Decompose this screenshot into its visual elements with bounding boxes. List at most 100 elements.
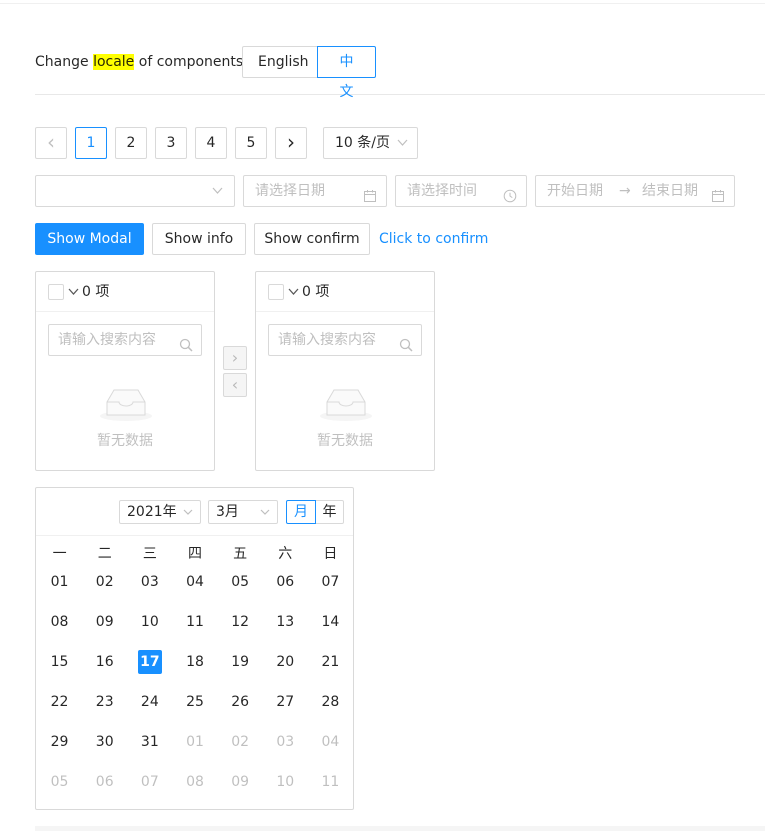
calendar-day[interactable]: 15 bbox=[37, 650, 82, 690]
calendar-day-label: 02 bbox=[95, 574, 114, 590]
select-all-checkbox[interactable] bbox=[48, 284, 64, 300]
calendar-week-row: 15 16 17 18 19 20 21 bbox=[37, 650, 353, 690]
calendar-icon bbox=[711, 184, 725, 202]
calendar-day[interactable]: 07 bbox=[127, 770, 172, 810]
click-to-confirm-link[interactable]: Click to confirm bbox=[379, 223, 488, 255]
calendar-day[interactable]: 21 bbox=[308, 650, 353, 690]
calendar-day[interactable]: 02 bbox=[218, 730, 263, 770]
calendar-day[interactable]: 18 bbox=[172, 650, 217, 690]
time-picker[interactable]: 请选择时间 bbox=[395, 175, 527, 207]
calendar-day[interactable]: 09 bbox=[82, 610, 127, 650]
calendar-day[interactable]: 04 bbox=[172, 570, 217, 610]
show-confirm-button[interactable]: Show confirm bbox=[254, 223, 370, 255]
calendar-day[interactable]: 23 bbox=[82, 690, 127, 730]
calendar-day-label: 06 bbox=[95, 774, 114, 790]
calendar-day-label: 08 bbox=[186, 774, 204, 790]
pagination-page-1[interactable]: 1 bbox=[75, 127, 107, 159]
calendar-day[interactable]: 09 bbox=[218, 770, 263, 810]
calendar-day[interactable]: 04 bbox=[308, 730, 353, 770]
calendar-day[interactable]: 03 bbox=[127, 570, 172, 610]
calendar-header: 2021年 3月 月 年 bbox=[36, 488, 353, 536]
calendar-year-select[interactable]: 2021年 bbox=[119, 500, 201, 524]
chevron-down-icon[interactable] bbox=[288, 282, 299, 309]
pagination-next-button[interactable]: › bbox=[275, 127, 307, 159]
calendar-day[interactable]: 10 bbox=[127, 610, 172, 650]
calendar-weekday: 六 bbox=[278, 546, 293, 562]
calendar-day[interactable]: 31 bbox=[127, 730, 172, 770]
calendar-day[interactable]: 05 bbox=[37, 770, 82, 810]
calendar-day[interactable]: 16 bbox=[82, 650, 127, 690]
calendar-day-label: 09 bbox=[95, 614, 114, 630]
calendar-day-label: 05 bbox=[50, 774, 69, 790]
date-picker[interactable]: 请选择日期 bbox=[243, 175, 387, 207]
calendar-day[interactable]: 26 bbox=[218, 690, 263, 730]
locale-label-suffix: of components: bbox=[134, 54, 248, 70]
pagination-prev-button[interactable]: ‹ bbox=[35, 127, 67, 159]
pagination-page-3[interactable]: 3 bbox=[155, 127, 187, 159]
calendar-day-label: 01 bbox=[186, 734, 204, 750]
calendar-day-selected[interactable]: 17 bbox=[127, 650, 172, 690]
calendar-day-label: 07 bbox=[321, 574, 340, 590]
calendar-day[interactable]: 11 bbox=[308, 770, 353, 810]
calendar-weekday: 三 bbox=[142, 546, 157, 562]
calendar-day[interactable]: 01 bbox=[37, 570, 82, 610]
empty-select[interactable] bbox=[35, 175, 235, 207]
calendar-day[interactable]: 03 bbox=[263, 730, 308, 770]
select-all-checkbox[interactable] bbox=[268, 284, 284, 300]
calendar-day[interactable]: 19 bbox=[218, 650, 263, 690]
transfer-source-search-input[interactable]: 请输入搜索内容 bbox=[48, 324, 202, 356]
calendar-mode-year[interactable]: 年 bbox=[315, 500, 344, 524]
calendar-day[interactable]: 27 bbox=[263, 690, 308, 730]
calendar-day[interactable]: 11 bbox=[172, 610, 217, 650]
calendar-mode-month[interactable]: 月 bbox=[286, 500, 316, 524]
locale-english-button[interactable]: English bbox=[242, 46, 318, 78]
calendar-icon bbox=[363, 184, 377, 202]
calendar-day[interactable]: 12 bbox=[218, 610, 263, 650]
calendar-day[interactable]: 06 bbox=[263, 570, 308, 610]
calendar-day[interactable]: 25 bbox=[172, 690, 217, 730]
calendar-day[interactable]: 06 bbox=[82, 770, 127, 810]
calendar-weekday-header: 一二三四五六日 bbox=[37, 543, 353, 565]
calendar-day-label: 13 bbox=[276, 614, 295, 630]
calendar-day-label: 22 bbox=[50, 694, 69, 710]
transfer-move-right-button[interactable]: › bbox=[223, 346, 247, 370]
calendar-day[interactable]: 02 bbox=[82, 570, 127, 610]
calendar-month-select[interactable]: 3月 bbox=[208, 500, 278, 524]
calendar-day[interactable]: 10 bbox=[263, 770, 308, 810]
pagination-page-5[interactable]: 5 bbox=[235, 127, 267, 159]
show-modal-button[interactable]: Show Modal bbox=[35, 223, 144, 255]
show-info-button[interactable]: Show info bbox=[152, 223, 246, 255]
calendar-day-label: 11 bbox=[186, 614, 204, 630]
calendar-day-label: 08 bbox=[50, 614, 69, 630]
calendar-weekday: 二 bbox=[97, 546, 112, 562]
calendar-day[interactable]: 07 bbox=[308, 570, 353, 610]
calendar-day-label: 09 bbox=[231, 774, 250, 790]
calendar-day[interactable]: 14 bbox=[308, 610, 353, 650]
calendar-day[interactable]: 30 bbox=[82, 730, 127, 770]
chevron-down-icon[interactable] bbox=[68, 282, 79, 309]
calendar-day[interactable]: 22 bbox=[37, 690, 82, 730]
calendar-day[interactable]: 05 bbox=[218, 570, 263, 610]
chevron-right-icon: › bbox=[231, 348, 239, 367]
calendar-day[interactable]: 08 bbox=[172, 770, 217, 810]
calendar-day[interactable]: 24 bbox=[127, 690, 172, 730]
empty-text: 暂无数据 bbox=[97, 433, 153, 449]
calendar-day[interactable]: 29 bbox=[37, 730, 82, 770]
page-size-select[interactable]: 10 条/页 bbox=[323, 127, 418, 159]
calendar-day[interactable]: 13 bbox=[263, 610, 308, 650]
locale-chinese-button[interactable]: 中文 bbox=[317, 46, 376, 100]
calendar-week-row: 22 23 24 25 26 27 28 bbox=[37, 690, 353, 730]
calendar-day[interactable]: 01 bbox=[172, 730, 217, 770]
calendar-day[interactable]: 08 bbox=[37, 610, 82, 650]
arrow-right-icon: → bbox=[619, 183, 631, 199]
calendar-day-label: 03 bbox=[140, 574, 159, 590]
divider bbox=[35, 94, 765, 95]
transfer-move-left-button[interactable]: ‹ bbox=[223, 373, 247, 397]
pagination-page-4[interactable]: 4 bbox=[195, 127, 227, 159]
calendar-day-label: 14 bbox=[321, 614, 340, 630]
calendar-day[interactable]: 28 bbox=[308, 690, 353, 730]
calendar-day[interactable]: 20 bbox=[263, 650, 308, 690]
transfer-target-search-input[interactable]: 请输入搜索内容 bbox=[268, 324, 422, 356]
pagination-page-2[interactable]: 2 bbox=[115, 127, 147, 159]
range-picker[interactable]: 开始日期 → 结束日期 bbox=[535, 175, 735, 207]
